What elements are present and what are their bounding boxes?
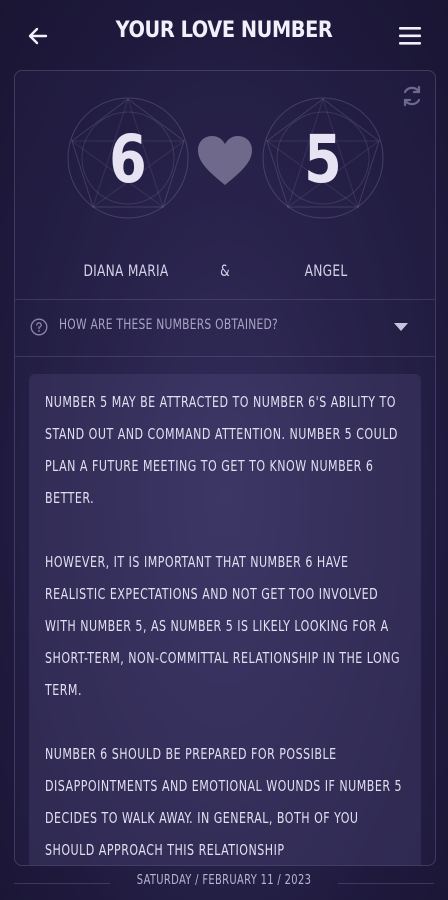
left-love-number: 6 <box>109 121 147 198</box>
refresh-button[interactable] <box>399 83 425 109</box>
right-love-number: 5 <box>304 121 342 198</box>
description-paragraph: HOWEVER, IT IS IMPORTANT THAT NUMBER 6 H… <box>45 553 401 699</box>
help-circle-icon <box>30 318 48 336</box>
divider <box>15 356 435 357</box>
divider <box>338 883 434 884</box>
description-paragraph: NUMBER 6 SHOULD BE PREPARED FOR POSSIBLE… <box>45 745 403 859</box>
description-paragraph: NUMBER 5 MAY BE ATTRACTED TO NUMBER 6'S … <box>45 393 398 507</box>
footer-date: SATURDAY / FEBRUARY 11 / 2023 <box>136 873 312 888</box>
left-person-name: DIANA MARIA <box>83 261 169 280</box>
compatibility-description: NUMBER 5 MAY BE ATTRACTED TO NUMBER 6'S … <box>29 374 421 865</box>
hamburger-menu-icon <box>399 27 421 45</box>
chevron-down-icon <box>394 323 408 331</box>
date-footer: SATURDAY / FEBRUARY 11 / 2023 <box>0 866 448 900</box>
left-number-emblem: 6 <box>63 93 193 223</box>
refresh-icon <box>403 85 421 107</box>
menu-button[interactable] <box>394 20 426 52</box>
page-title: YOUR LOVE NUMBER <box>115 18 333 43</box>
faq-label: HOW ARE THESE NUMBERS OBTAINED? <box>59 317 278 333</box>
heart-icon <box>198 136 252 185</box>
right-person-name: ANGEL <box>304 261 348 280</box>
description-text: NUMBER 5 MAY BE ATTRACTED TO NUMBER 6'S … <box>45 386 410 865</box>
love-number-card: 6 5 DIANA MARIA & ANGEL HOW ARE THESE NU… <box>14 70 436 866</box>
how-numbers-obtained-toggle[interactable]: HOW ARE THESE NUMBERS OBTAINED? <box>15 300 435 356</box>
ampersand-connector: & <box>220 261 230 280</box>
top-bar: YOUR LOVE NUMBER <box>0 0 448 70</box>
right-number-emblem: 5 <box>258 93 388 223</box>
